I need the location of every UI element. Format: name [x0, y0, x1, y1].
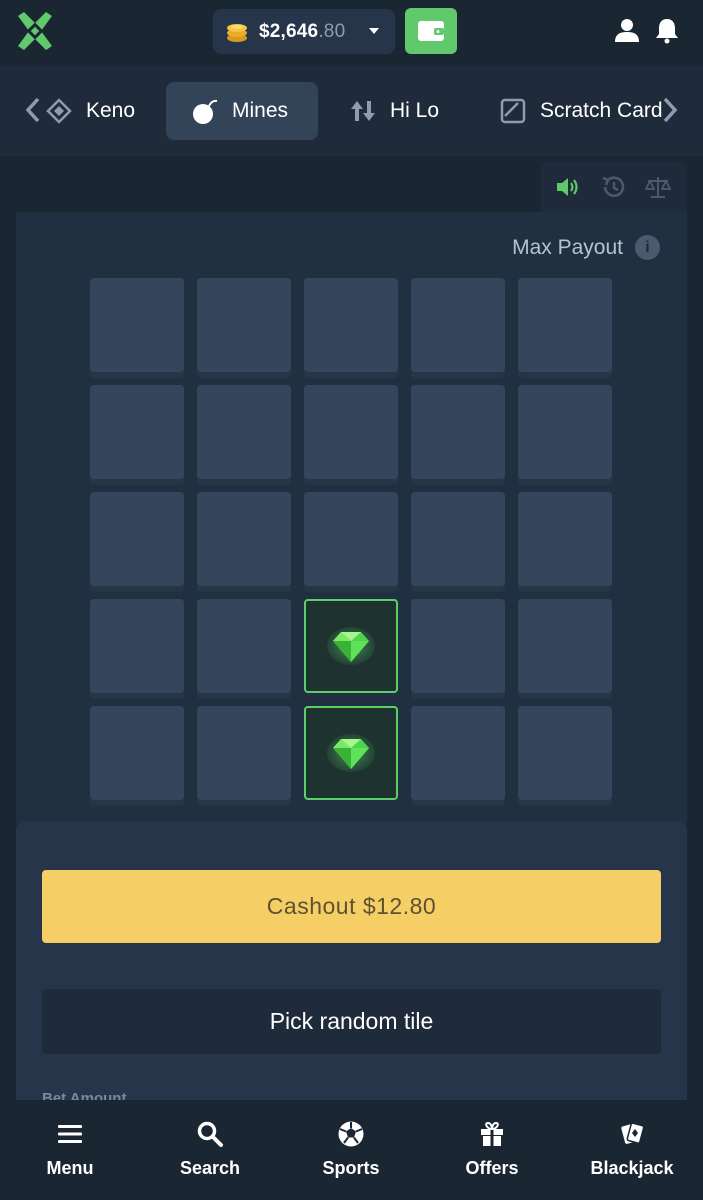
gem-icon: [327, 733, 375, 773]
game-tabs: Keno Mines Hi Lo Scratch Card: [0, 66, 703, 156]
hidden-tile[interactable]: [90, 492, 184, 586]
max-payout-label: Max Payout: [512, 236, 623, 259]
hidden-tile[interactable]: [90, 278, 184, 372]
nav-label: Menu: [46, 1158, 94, 1178]
hidden-tile[interactable]: [411, 706, 505, 800]
hidden-tile[interactable]: [518, 278, 612, 372]
pick-random-tile-button[interactable]: Pick random tile: [42, 989, 661, 1054]
tab-label: Mines: [232, 99, 289, 122]
wallet-icon: [418, 21, 444, 41]
nav-label: Offers: [465, 1158, 519, 1178]
nav-sports[interactable]: Sports: [291, 1120, 411, 1184]
tab-keno[interactable]: Keno: [44, 82, 154, 140]
cashout-button[interactable]: Cashout $12.80: [42, 870, 661, 943]
sound-icon[interactable]: [555, 174, 581, 200]
nav-label: Search: [179, 1158, 241, 1178]
hidden-tile[interactable]: [304, 385, 398, 479]
keno-icon: [44, 96, 74, 126]
hidden-tile[interactable]: [304, 278, 398, 372]
hidden-tile[interactable]: [197, 278, 291, 372]
hidden-tile[interactable]: [90, 385, 184, 479]
info-icon[interactable]: i: [635, 235, 660, 260]
tab-label: Scratch Card: [540, 99, 663, 122]
fairness-scale-icon[interactable]: [645, 174, 671, 200]
user-icon[interactable]: [614, 17, 640, 43]
bell-icon[interactable]: [653, 16, 681, 44]
revealed-gem-tile[interactable]: [304, 706, 398, 800]
chevron-right-icon[interactable]: [661, 96, 679, 124]
hidden-tile[interactable]: [411, 385, 505, 479]
hidden-tile[interactable]: [197, 385, 291, 479]
hidden-tile[interactable]: [518, 492, 612, 586]
logo-icon[interactable]: [14, 10, 56, 52]
nav-blackjack[interactable]: Blackjack: [572, 1120, 692, 1184]
hidden-tile[interactable]: [518, 599, 612, 693]
menu-icon: [56, 1120, 84, 1148]
top-header: $2,646.80: [0, 0, 703, 64]
coin-stack-icon: [227, 23, 247, 42]
hidden-tile[interactable]: [197, 492, 291, 586]
hidden-tile[interactable]: [411, 278, 505, 372]
bottom-navigation: Menu Search Sports Offers Blackjack: [0, 1100, 703, 1200]
search-icon: [196, 1120, 224, 1148]
hidden-tile[interactable]: [411, 492, 505, 586]
hidden-tile[interactable]: [90, 599, 184, 693]
tab-label: Keno: [86, 99, 136, 122]
hidden-tile[interactable]: [411, 599, 505, 693]
tab-hi-lo[interactable]: Hi Lo: [348, 82, 468, 140]
revealed-gem-tile[interactable]: [304, 599, 398, 693]
mines-game-board: Max Payout i: [16, 212, 687, 824]
nav-menu[interactable]: Menu: [10, 1120, 130, 1184]
nav-search[interactable]: Search: [150, 1120, 270, 1184]
gem-icon: [327, 626, 375, 666]
nav-label: Sports: [322, 1158, 380, 1178]
hidden-tile[interactable]: [518, 706, 612, 800]
nav-offers[interactable]: Offers: [432, 1120, 552, 1184]
nav-label: Blackjack: [590, 1158, 674, 1178]
tab-mines[interactable]: Mines: [166, 82, 318, 140]
tab-scratch-card[interactable]: Scratch Card: [498, 82, 668, 140]
chevron-left-icon[interactable]: [24, 96, 42, 124]
hidden-tile[interactable]: [197, 706, 291, 800]
gift-icon: [478, 1120, 506, 1148]
game-toolbar: [541, 162, 687, 212]
bomb-icon: [190, 96, 220, 126]
chevron-down-icon: [369, 28, 379, 34]
balance-amount: $2,646.80: [259, 20, 346, 42]
bet-control-panel: Cashout $12.80 Pick random tile Bet Amou…: [16, 822, 687, 1122]
soccer-ball-icon: [337, 1120, 365, 1148]
hidden-tile[interactable]: [518, 385, 612, 479]
up-down-arrows-icon: [348, 96, 378, 126]
hidden-tile[interactable]: [304, 492, 398, 586]
history-icon[interactable]: [600, 174, 626, 200]
hidden-tile[interactable]: [197, 599, 291, 693]
wallet-button[interactable]: [405, 8, 457, 54]
hidden-tile[interactable]: [90, 706, 184, 800]
playing-cards-icon: [618, 1120, 646, 1148]
mines-grid: [90, 278, 613, 804]
scratch-card-icon: [498, 96, 528, 126]
tab-label: Hi Lo: [390, 99, 440, 122]
balance-selector[interactable]: $2,646.80: [213, 9, 395, 54]
